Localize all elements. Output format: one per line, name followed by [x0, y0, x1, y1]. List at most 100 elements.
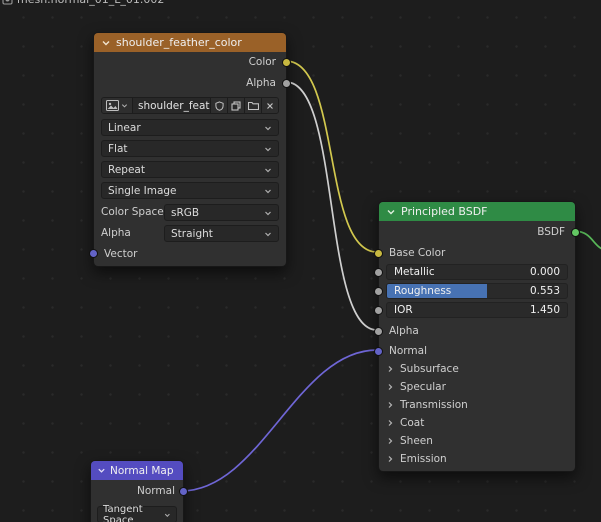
- metallic-input-socket[interactable]: [374, 268, 383, 277]
- chevron-right-icon: [388, 402, 393, 408]
- extension-dropdown[interactable]: Repeat: [101, 161, 279, 178]
- normal-map-node-title: Normal Map: [110, 464, 174, 477]
- section-subsurface[interactable]: Subsurface: [386, 361, 568, 377]
- image-browse-button[interactable]: [102, 98, 133, 113]
- input-normal-row: Normal: [386, 343, 568, 359]
- alpha-mode-label: Alpha: [101, 227, 131, 239]
- node-editor-canvas[interactable]: mesh.normal_01_L_01.002 shoulder_feather…: [0, 0, 601, 522]
- chevron-down-icon: [265, 126, 271, 130]
- interpolation-dropdown[interactable]: Linear: [101, 119, 279, 136]
- chevron-down-icon: [165, 513, 171, 517]
- duplicate-datablock-button[interactable]: [228, 98, 245, 113]
- collapse-chevron-icon[interactable]: [386, 207, 396, 217]
- metallic-slider[interactable]: Metallic 0.000: [386, 264, 568, 280]
- projection-value: Flat: [108, 142, 128, 155]
- input-base-color-label: Base Color: [389, 247, 446, 259]
- chevron-right-icon: [388, 456, 393, 462]
- section-specular[interactable]: Specular: [386, 379, 568, 395]
- section-label: Coat: [400, 417, 425, 429]
- input-vector-label: Vector: [104, 248, 138, 260]
- section-sheen[interactable]: Sheen: [386, 433, 568, 449]
- ior-slider[interactable]: IOR 1.450: [386, 302, 568, 318]
- copy-icon: [231, 100, 241, 111]
- input-base-color-row: Base Color: [386, 245, 568, 261]
- input-vector-row: Vector: [101, 246, 279, 262]
- input-alpha-row: Alpha: [386, 323, 568, 339]
- color-space-label: Color Space: [101, 206, 164, 218]
- roughness-label: Roughness: [394, 285, 452, 297]
- bsdf-output-socket[interactable]: [571, 228, 580, 237]
- normal-map-node-header[interactable]: Normal Map: [91, 461, 183, 480]
- input-alpha-label: Alpha: [389, 325, 419, 337]
- section-label: Specular: [400, 381, 446, 393]
- metallic-label: Metallic: [394, 266, 435, 278]
- ior-label: IOR: [394, 304, 413, 316]
- chevron-down-icon: [265, 189, 271, 193]
- roughness-value: 0.553: [529, 285, 560, 297]
- normal-map-node[interactable]: Normal Map Normal Tangent Space: [90, 460, 188, 522]
- chevron-right-icon: [388, 438, 393, 444]
- roughness-input-socket[interactable]: [374, 287, 383, 296]
- section-label: Emission: [400, 453, 447, 465]
- output-color-row: Color: [101, 54, 279, 70]
- wire-normal-to-normal: [180, 349, 378, 492]
- section-emission[interactable]: Emission: [386, 451, 568, 467]
- chevron-down-icon: [265, 168, 271, 172]
- editor-path: mesh.normal_01_L_01.002: [2, 0, 164, 6]
- output-bsdf-label: BSDF: [537, 226, 565, 238]
- space-dropdown[interactable]: Tangent Space: [97, 504, 177, 522]
- image-node-header[interactable]: shoulder_feather_color: [94, 33, 286, 52]
- section-transmission[interactable]: Transmission: [386, 397, 568, 413]
- image-datablock-row: shoulder_feath...: [101, 97, 279, 114]
- alpha-mode-dropdown[interactable]: Straight: [164, 225, 279, 242]
- chevron-down-icon: [265, 211, 271, 215]
- image-node-title: shoulder_feather_color: [116, 36, 242, 49]
- extension-value: Repeat: [108, 163, 145, 176]
- output-alpha-row: Alpha: [101, 75, 279, 91]
- normal-input-socket[interactable]: [374, 347, 383, 356]
- editor-path-text: mesh.normal_01_L_01.002: [17, 0, 164, 6]
- collapse-chevron-icon[interactable]: [97, 466, 106, 475]
- open-image-button[interactable]: [245, 98, 262, 113]
- wire-alpha-to-alpha: [285, 81, 378, 331]
- section-label: Subsurface: [400, 363, 459, 375]
- base-color-input-socket[interactable]: [374, 249, 383, 258]
- metallic-value: 0.000: [529, 266, 560, 278]
- alpha-output-socket[interactable]: [282, 79, 291, 88]
- bsdf-node-title: Principled BSDF: [401, 205, 488, 218]
- wire-color-to-basecolor: [285, 60, 378, 253]
- interpolation-value: Linear: [108, 121, 141, 134]
- projection-dropdown[interactable]: Flat: [101, 140, 279, 157]
- chevron-right-icon: [388, 384, 393, 390]
- fake-user-button[interactable]: [211, 98, 228, 113]
- chevron-down-icon: [265, 232, 271, 236]
- source-dropdown[interactable]: Single Image: [101, 182, 279, 199]
- collapse-chevron-icon[interactable]: [101, 38, 111, 48]
- input-normal-label: Normal: [389, 345, 427, 357]
- principled-bsdf-node[interactable]: Principled BSDF BSDF Base Color Metallic…: [374, 201, 580, 472]
- source-value: Single Image: [108, 184, 177, 197]
- section-coat[interactable]: Coat: [386, 415, 568, 431]
- image-texture-node[interactable]: shoulder_feather_color Color Alpha shoul…: [89, 32, 291, 267]
- vector-input-socket[interactable]: [89, 249, 98, 258]
- color-space-dropdown[interactable]: sRGB: [164, 204, 279, 221]
- color-output-socket[interactable]: [282, 58, 291, 67]
- output-normal-row: Normal: [96, 483, 178, 499]
- chevron-right-icon: [388, 366, 393, 372]
- chevron-down-icon: [121, 104, 128, 108]
- alpha-mode-value: Straight: [171, 227, 213, 240]
- folder-icon: [247, 101, 259, 110]
- ior-input-socket[interactable]: [374, 306, 383, 315]
- output-alpha-label: Alpha: [246, 77, 276, 89]
- chevron-down-icon: [265, 147, 271, 151]
- alpha-input-socket[interactable]: [374, 327, 383, 336]
- color-space-value: sRGB: [171, 206, 200, 219]
- normal-output-socket[interactable]: [179, 487, 188, 496]
- chevron-right-icon: [388, 420, 393, 426]
- unlink-datablock-button[interactable]: [262, 98, 278, 113]
- roughness-slider[interactable]: Roughness 0.553: [386, 283, 568, 299]
- section-label: Sheen: [400, 435, 433, 447]
- bsdf-node-header[interactable]: Principled BSDF: [379, 202, 575, 221]
- image-name-field[interactable]: shoulder_feath...: [133, 98, 211, 113]
- ior-value: 1.450: [529, 304, 560, 316]
